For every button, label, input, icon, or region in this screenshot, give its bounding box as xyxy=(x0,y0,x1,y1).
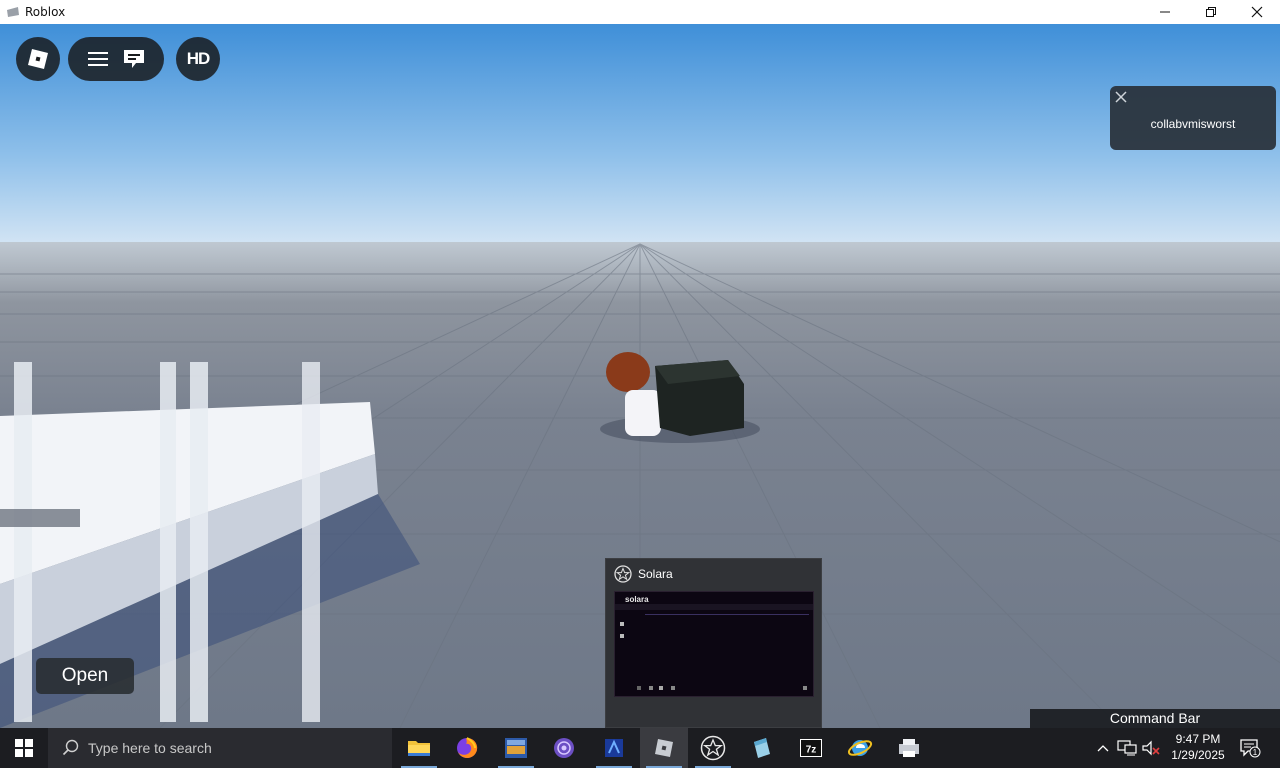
solara-taskbar-preview[interactable]: Solara solara xyxy=(605,558,822,728)
firefox-icon xyxy=(457,737,478,758)
folder-icon xyxy=(408,741,430,756)
close-icon[interactable] xyxy=(1114,90,1128,104)
clock-date: 1/29/2025 xyxy=(1171,748,1225,762)
taskbar-app-firefox[interactable] xyxy=(443,728,491,768)
taskbar-app-tor-browser[interactable] xyxy=(540,728,588,768)
blue-tool-icon xyxy=(605,739,623,757)
taskbar-app-solara[interactable] xyxy=(689,728,737,768)
taskbar-app-roblox[interactable] xyxy=(640,728,688,768)
preview-title: Solara xyxy=(638,567,673,581)
windows-logo-icon xyxy=(15,739,33,757)
svg-text:7z: 7z xyxy=(806,745,817,756)
minimize-button[interactable] xyxy=(1142,0,1188,24)
taskbar-clock[interactable]: 9:47 PM 1/29/2025 xyxy=(1162,731,1234,763)
chat-icon[interactable] xyxy=(122,48,146,70)
roblox-toolbar xyxy=(68,37,164,81)
roblox-app-icon xyxy=(7,7,19,17)
taskbar-app-printer[interactable] xyxy=(885,728,933,768)
notification-text: collabvmisworst xyxy=(1150,117,1236,131)
minimize-icon xyxy=(1160,11,1170,13)
thumbnail-content xyxy=(615,604,813,690)
clock-time: 9:47 PM xyxy=(1175,732,1221,746)
action-center-button[interactable]: 1 xyxy=(1236,728,1264,768)
taskbar-app-file-explorer[interactable] xyxy=(395,728,443,768)
network-tray-button[interactable] xyxy=(1115,728,1139,768)
notification-center-icon: 1 xyxy=(1240,739,1261,758)
chevron-up-icon xyxy=(1097,745,1109,752)
taskbar-app-7zip[interactable]: 7z xyxy=(787,728,835,768)
taskbar-app-2025[interactable] xyxy=(492,728,540,768)
network-icon xyxy=(1117,740,1137,756)
notification-toast: collabvmisworst xyxy=(1110,86,1276,150)
7zip-icon: 7z xyxy=(800,739,822,757)
close-window-button[interactable] xyxy=(1234,0,1280,24)
notepad-icon xyxy=(754,738,770,758)
notification-count: 1 xyxy=(1253,748,1258,757)
solara-star-icon xyxy=(614,565,632,583)
command-bar[interactable]: Command Bar xyxy=(1030,709,1280,728)
taskbar-app-blue-tool[interactable] xyxy=(590,728,638,768)
show-hidden-icons-button[interactable] xyxy=(1093,728,1113,768)
windows-taskbar: 7z 9:47 PM 1/29/2025 1 xyxy=(0,728,1280,768)
tor-browser-icon xyxy=(554,738,574,758)
open-button[interactable]: Open xyxy=(36,658,134,694)
restore-icon xyxy=(1206,7,1216,17)
roblox-icon xyxy=(655,739,673,757)
taskbar-search[interactable] xyxy=(48,728,392,768)
preview-thumbnail: solara xyxy=(614,591,814,697)
restore-button[interactable] xyxy=(1188,0,1234,24)
hd-admin-button[interactable]: HD xyxy=(176,37,220,81)
calendar-2025-icon xyxy=(505,738,527,758)
internet-explorer-icon xyxy=(847,740,873,756)
taskbar-app-internet-explorer[interactable] xyxy=(836,728,884,768)
window-controls xyxy=(1142,0,1280,24)
volume-tray-button[interactable] xyxy=(1139,728,1163,768)
roblox-logo-icon xyxy=(28,49,48,69)
search-icon xyxy=(62,739,79,756)
printer-icon xyxy=(899,739,919,757)
taskbar-app-notepad[interactable] xyxy=(738,728,786,768)
hamburger-menu-icon[interactable] xyxy=(87,50,109,68)
volume-muted-icon xyxy=(1142,740,1160,756)
window-titlebar: Roblox xyxy=(0,0,1280,24)
solara-star-icon xyxy=(700,735,726,761)
search-input[interactable] xyxy=(88,740,378,756)
close-icon xyxy=(1251,6,1263,18)
start-button[interactable] xyxy=(0,728,48,768)
window-title: Roblox xyxy=(25,5,66,19)
roblox-menu-button[interactable] xyxy=(16,37,60,81)
